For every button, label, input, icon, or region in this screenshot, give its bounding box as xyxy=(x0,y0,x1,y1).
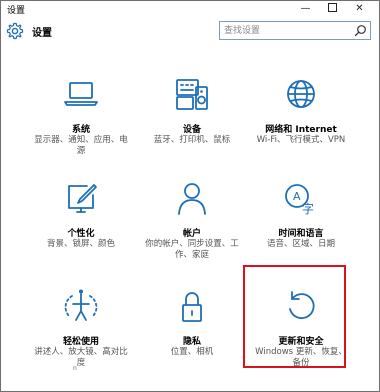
ease-of-access-icon xyxy=(64,289,98,321)
header: 设置 xyxy=(1,17,379,45)
tile-description: 显示器、通知、应用、电源 xyxy=(34,135,128,156)
highlight-box xyxy=(243,265,346,368)
minimize-button[interactable]: — xyxy=(292,1,319,17)
window-title: 设置 xyxy=(7,6,26,16)
tile-description: Wi-Fi、飞行模式、VPN xyxy=(256,135,346,145)
tile-description: 讲述人、放大镜、高对比度 xyxy=(34,347,128,368)
gear-icon xyxy=(6,22,24,40)
tile-description: 位置、相机 xyxy=(170,347,214,357)
person-icon xyxy=(178,183,206,215)
lock-icon xyxy=(182,292,202,322)
settings-window: 设置 — ✕ 设置 系统 显示器、通知、应用、电源 xyxy=(0,0,380,392)
tile-devices[interactable]: 设备 蓝牙、打印机、鼠标 xyxy=(137,75,247,185)
tile-name: 个性化 xyxy=(67,229,95,239)
tile-description: 背景、锁屏、颜色 xyxy=(46,239,115,249)
tile-description: 你的帐户、同步设置、工作、家庭 xyxy=(145,239,239,260)
footer-mark: n xyxy=(73,365,77,372)
tile-name: 设备 xyxy=(182,125,201,135)
tile-name: 系统 xyxy=(71,125,90,135)
search-box[interactable] xyxy=(219,21,371,40)
keyboard-speaker-icon xyxy=(176,79,208,110)
globe-icon xyxy=(287,80,315,108)
search-input[interactable] xyxy=(224,23,344,38)
app-title: 设置 xyxy=(32,28,52,39)
svg-text:字: 字 xyxy=(302,201,314,216)
tile-description: 蓝牙、打印机、鼠标 xyxy=(153,135,231,145)
tile-name: 隐私 xyxy=(182,337,201,347)
close-button[interactable]: ✕ xyxy=(346,1,373,17)
paintbrush-monitor-icon xyxy=(68,184,97,213)
tile-system[interactable]: 系统 显示器、通知、应用、电源 xyxy=(26,75,136,185)
tile-ease-of-access[interactable]: 轻松使用 讲述人、放大镜、高对比度 xyxy=(26,287,136,391)
tile-privacy[interactable]: 隐私 位置、相机 xyxy=(137,287,247,391)
title-bar[interactable]: 设置 — ✕ xyxy=(1,1,379,17)
maximize-icon xyxy=(328,2,337,12)
tile-name: 时间和语言 xyxy=(278,229,324,239)
maximize-button[interactable] xyxy=(319,1,346,17)
svg-text:A: A xyxy=(293,190,301,203)
tile-network[interactable]: 网络和 Internet Wi-Fi、飞行模式、VPN xyxy=(246,75,356,185)
tile-description: 语音、区域、日期 xyxy=(266,239,335,249)
tile-personalization[interactable]: 个性化 背景、锁屏、颜色 xyxy=(26,179,136,289)
search-icon[interactable] xyxy=(354,24,367,37)
language-icon: A 字 xyxy=(285,184,314,216)
tile-accounts[interactable]: 帐户 你的帐户、同步设置、工作、家庭 xyxy=(137,179,247,289)
tile-name: 轻松使用 xyxy=(62,337,99,347)
tile-name: 帐户 xyxy=(182,229,201,239)
tile-name: 网络和 Internet xyxy=(265,125,337,135)
laptop-icon xyxy=(64,82,98,106)
